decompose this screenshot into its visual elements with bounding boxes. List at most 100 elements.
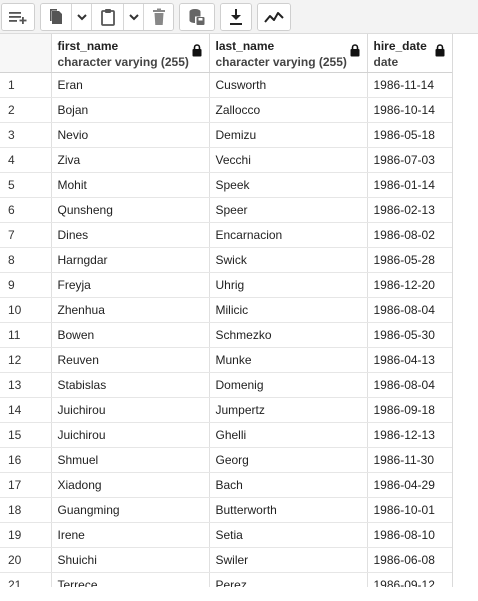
last-name-cell[interactable]: Perez <box>209 572 368 587</box>
hire-date-cell[interactable]: 1986-08-10 <box>367 522 452 548</box>
last-name-cell[interactable]: Uhrig <box>209 272 368 298</box>
table-row[interactable]: 8 Harngdar Swick 1986-05-28 <box>0 247 452 273</box>
first-name-cell[interactable]: Eran <box>51 72 210 98</box>
table-row[interactable]: 18 Guangming Butterworth 1986-10-01 <box>0 497 452 523</box>
row-number-cell[interactable]: 17 <box>0 472 52 498</box>
first-name-cell[interactable]: Juichirou <box>51 397 210 423</box>
last-name-cell[interactable]: Domenig <box>209 372 368 398</box>
last-name-cell[interactable]: Vecchi <box>209 147 368 173</box>
paste-button[interactable] <box>91 3 123 30</box>
table-row[interactable]: 21 Terrece Perez 1986-09-12 <box>0 572 452 587</box>
first-name-cell[interactable]: Irene <box>51 522 210 548</box>
hire-date-cell[interactable]: 1986-09-18 <box>367 397 452 423</box>
hire-date-cell[interactable]: 1986-08-04 <box>367 372 452 398</box>
first-name-cell[interactable]: Zhenhua <box>51 297 210 323</box>
table-row[interactable]: 15 Juichirou Ghelli 1986-12-13 <box>0 422 452 448</box>
row-number-cell[interactable]: 16 <box>0 447 52 473</box>
table-row[interactable]: 7 Dines Encarnacion 1986-08-02 <box>0 222 452 248</box>
last-name-cell[interactable]: Bach <box>209 472 368 498</box>
table-row[interactable]: 19 Irene Setia 1986-08-10 <box>0 522 452 548</box>
hire-date-cell[interactable]: 1986-10-14 <box>367 97 452 123</box>
row-number-cell[interactable]: 19 <box>0 522 52 548</box>
add-row-button[interactable] <box>2 3 34 30</box>
hire-date-cell[interactable]: 1986-05-28 <box>367 247 452 273</box>
first-name-cell[interactable]: Bowen <box>51 322 210 348</box>
hire-date-cell[interactable]: 1986-05-18 <box>367 122 452 148</box>
hire-date-cell[interactable]: 1986-01-14 <box>367 172 452 198</box>
hire-date-cell[interactable]: 1986-04-13 <box>367 347 452 373</box>
row-number-cell[interactable]: 8 <box>0 247 52 273</box>
first-name-cell[interactable]: Freyja <box>51 272 210 298</box>
first-name-cell[interactable]: Qunsheng <box>51 197 210 223</box>
hire-date-cell[interactable]: 1986-12-13 <box>367 422 452 448</box>
copy-button[interactable] <box>41 3 71 30</box>
last-name-cell[interactable]: Swiler <box>209 547 368 573</box>
row-number-cell[interactable]: 14 <box>0 397 52 423</box>
table-row[interactable]: 12 Reuven Munke 1986-04-13 <box>0 347 452 373</box>
paste-dropdown-button[interactable] <box>123 3 143 30</box>
first-name-cell[interactable]: Mohit <box>51 172 210 198</box>
graph-button[interactable] <box>258 3 290 30</box>
hire-date-cell[interactable]: 1986-08-02 <box>367 222 452 248</box>
first-name-cell[interactable]: Juichirou <box>51 422 210 448</box>
first-name-cell[interactable]: Bojan <box>51 97 210 123</box>
first-name-cell[interactable]: Xiadong <box>51 472 210 498</box>
table-row[interactable]: 6 Qunsheng Speer 1986-02-13 <box>0 197 452 223</box>
hire-date-cell[interactable]: 1986-02-13 <box>367 197 452 223</box>
hire-date-cell[interactable]: 1986-12-20 <box>367 272 452 298</box>
hire-date-cell[interactable]: 1986-05-30 <box>367 322 452 348</box>
hire-date-cell[interactable]: 1986-08-04 <box>367 297 452 323</box>
row-number-cell[interactable]: 1 <box>0 72 52 98</box>
last-name-cell[interactable]: Demizu <box>209 122 368 148</box>
row-number-cell[interactable]: 4 <box>0 147 52 173</box>
column-header-hire-date[interactable]: hire_date date <box>367 34 452 73</box>
copy-dropdown-button[interactable] <box>71 3 91 30</box>
table-row[interactable]: 13 Stabislas Domenig 1986-08-04 <box>0 372 452 398</box>
last-name-cell[interactable]: Munke <box>209 347 368 373</box>
row-number-cell[interactable]: 10 <box>0 297 52 323</box>
hire-date-cell[interactable]: 1986-07-03 <box>367 147 452 173</box>
row-number-cell[interactable]: 2 <box>0 97 52 123</box>
last-name-cell[interactable]: Cusworth <box>209 72 368 98</box>
last-name-cell[interactable]: Butterworth <box>209 497 368 523</box>
first-name-cell[interactable]: Shmuel <box>51 447 210 473</box>
download-button[interactable] <box>221 3 251 30</box>
row-number-cell[interactable]: 11 <box>0 322 52 348</box>
last-name-cell[interactable]: Milicic <box>209 297 368 323</box>
row-number-cell[interactable]: 15 <box>0 422 52 448</box>
table-row[interactable]: 9 Freyja Uhrig 1986-12-20 <box>0 272 452 298</box>
first-name-cell[interactable]: Guangming <box>51 497 210 523</box>
first-name-cell[interactable]: Shuichi <box>51 547 210 573</box>
table-row[interactable]: 11 Bowen Schmezko 1986-05-30 <box>0 322 452 348</box>
table-row[interactable]: 2 Bojan Zallocco 1986-10-14 <box>0 97 452 123</box>
first-name-cell[interactable]: Harngdar <box>51 247 210 273</box>
row-number-header[interactable] <box>0 34 52 73</box>
first-name-cell[interactable]: Stabislas <box>51 372 210 398</box>
first-name-cell[interactable]: Nevio <box>51 122 210 148</box>
save-data-button[interactable] <box>180 3 214 30</box>
row-number-cell[interactable]: 7 <box>0 222 52 248</box>
hire-date-cell[interactable]: 1986-09-12 <box>367 572 452 587</box>
row-number-cell[interactable]: 9 <box>0 272 52 298</box>
last-name-cell[interactable]: Encarnacion <box>209 222 368 248</box>
last-name-cell[interactable]: Zallocco <box>209 97 368 123</box>
hire-date-cell[interactable]: 1986-04-29 <box>367 472 452 498</box>
table-row[interactable]: 3 Nevio Demizu 1986-05-18 <box>0 122 452 148</box>
hire-date-cell[interactable]: 1986-11-14 <box>367 72 452 98</box>
first-name-cell[interactable]: Terrece <box>51 572 210 587</box>
row-number-cell[interactable]: 21 <box>0 572 52 587</box>
row-number-cell[interactable]: 6 <box>0 197 52 223</box>
table-row[interactable]: 16 Shmuel Georg 1986-11-30 <box>0 447 452 473</box>
last-name-cell[interactable]: Jumpertz <box>209 397 368 423</box>
hire-date-cell[interactable]: 1986-06-08 <box>367 547 452 573</box>
last-name-cell[interactable]: Swick <box>209 247 368 273</box>
table-row[interactable]: 14 Juichirou Jumpertz 1986-09-18 <box>0 397 452 423</box>
last-name-cell[interactable]: Ghelli <box>209 422 368 448</box>
table-row[interactable]: 10 Zhenhua Milicic 1986-08-04 <box>0 297 452 323</box>
first-name-cell[interactable]: Reuven <box>51 347 210 373</box>
row-number-cell[interactable]: 3 <box>0 122 52 148</box>
last-name-cell[interactable]: Speek <box>209 172 368 198</box>
last-name-cell[interactable]: Georg <box>209 447 368 473</box>
first-name-cell[interactable]: Dines <box>51 222 210 248</box>
table-row[interactable]: 4 Ziva Vecchi 1986-07-03 <box>0 147 452 173</box>
